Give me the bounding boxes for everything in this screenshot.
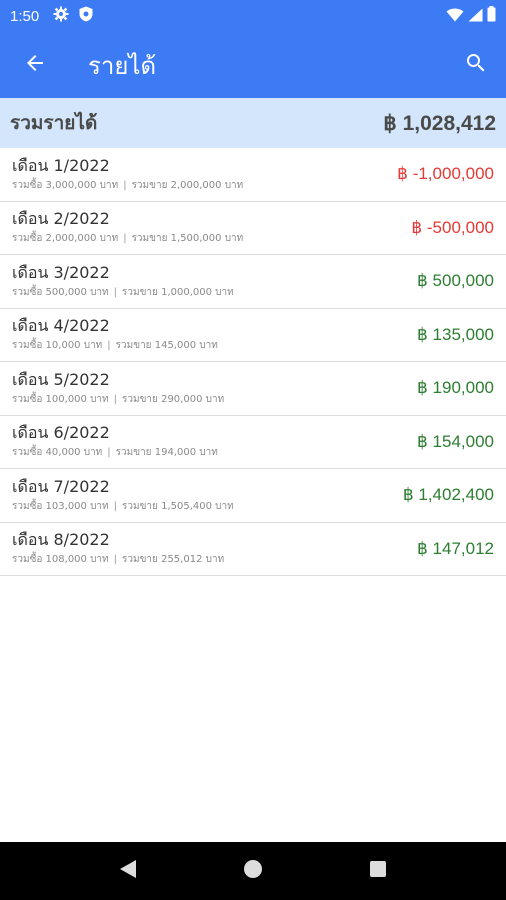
separator: | — [107, 447, 111, 459]
separator: | — [113, 286, 118, 298]
nav-home-button[interactable] — [233, 851, 273, 891]
total-sell: รวมขาย 2,000,000 บาท — [131, 179, 244, 191]
shield-icon — [79, 6, 93, 26]
total-sell: รวมขาย 1,500,000 บาท — [131, 233, 244, 245]
nav-recents-button[interactable] — [358, 851, 398, 891]
total-buy: รวมซื้อ 2,000,000 บาท — [12, 233, 119, 245]
total-sell: รวมขาย 1,000,000 บาท — [122, 286, 234, 298]
list-item[interactable]: เดือน 6/2022 รวมซื้อ 40,000 บาท | รวมขาย 1… — [0, 416, 506, 469]
separator: | — [113, 500, 118, 512]
separator: | — [123, 233, 127, 245]
list-item[interactable]: เดือน 3/2022 รวมซื้อ 500,000 บาท | รวมขาย … — [0, 255, 506, 309]
monthly-income-list: เดือน 1/2022 รวมซื้อ 3,000,000 บาท | รวมขา… — [0, 148, 506, 576]
list-item[interactable]: เดือน 8/2022 รวมซื้อ 108,000 บาท | รวมขาย … — [0, 523, 506, 576]
list-item[interactable]: เดือน 2/2022 รวมซื้อ 2,000,000 บาท | รวมขา… — [0, 202, 506, 255]
month-amount: ฿ 135,000 — [417, 324, 494, 344]
total-buy: รวมซื้อ 100,000 บาท — [12, 393, 109, 405]
list-item-text: เดือน 4/2022 รวมซื้อ 10,000 บาท | รวมขาย 1… — [12, 316, 218, 353]
buy-sell-summary: รวมซื้อ 3,000,000 บาท | รวมขาย 2,000,000 บ… — [12, 178, 243, 193]
list-item-text: เดือน 5/2022 รวมซื้อ 100,000 บาท | รวมขาย … — [12, 370, 224, 407]
separator: | — [113, 554, 118, 566]
buy-sell-summary: รวมซื้อ 40,000 บาท | รวมขาย 194,000 บาท — [12, 445, 218, 460]
page-title: รายได้ — [88, 51, 157, 80]
total-sell: รวมขาย 145,000 บาท — [115, 340, 218, 352]
wifi-icon — [446, 7, 464, 26]
back-button[interactable] — [0, 32, 70, 98]
month-amount: ฿ 147,012 — [417, 538, 494, 558]
status-right-icons — [446, 6, 496, 26]
total-sell: รวมขาย 255,012 บาท — [122, 554, 225, 566]
back-arrow-icon — [23, 51, 47, 79]
separator: | — [107, 340, 111, 352]
list-item-text: เดือน 6/2022 รวมซื้อ 40,000 บาท | รวมขาย 1… — [12, 423, 218, 460]
month-title: เดือน 6/2022 — [12, 423, 110, 443]
month-title: เดือน 1/2022 — [12, 155, 110, 175]
nav-back-button[interactable] — [108, 851, 148, 891]
list-item[interactable]: เดือน 4/2022 รวมซื้อ 10,000 บาท | รวมขาย 1… — [0, 309, 506, 362]
month-title: เดือน 5/2022 — [12, 369, 110, 389]
month-amount: ฿ 1,402,400 — [402, 485, 494, 505]
month-title: เดือน 8/2022 — [12, 530, 110, 550]
separator: | — [123, 179, 127, 191]
buy-sell-summary: รวมซื้อ 103,000 บาท | รวมขาย 1,505,400 บาท — [12, 499, 234, 514]
buy-sell-summary: รวมซื้อ 10,000 บาท | รวมขาย 145,000 บาท — [12, 338, 218, 353]
status-time: 1:50 — [10, 7, 40, 25]
signal-icon — [468, 7, 483, 26]
nav-back-icon — [119, 859, 137, 883]
list-item-text: เดือน 2/2022 รวมซื้อ 2,000,000 บาท | รวมขา… — [12, 209, 243, 246]
nav-home-icon — [243, 859, 263, 883]
list-item-text: เดือน 3/2022 รวมซื้อ 500,000 บาท | รวมขาย … — [12, 263, 234, 300]
list-item[interactable]: เดือน 5/2022 รวมซื้อ 100,000 บาท | รวมขาย … — [0, 362, 506, 416]
search-button[interactable] — [446, 32, 506, 98]
summary-value: ฿ 1,028,412 — [383, 111, 496, 135]
buy-sell-summary: รวมซื้อ 100,000 บาท | รวมขาย 290,000 บาท — [12, 392, 224, 407]
month-amount: ฿ 154,000 — [417, 431, 494, 451]
total-sell: รวมขาย 1,505,400 บาท — [122, 500, 234, 512]
system-nav-bar — [0, 842, 506, 900]
month-title: เดือน 7/2022 — [12, 476, 110, 496]
total-sell: รวมขาย 194,000 บาท — [115, 447, 218, 459]
summary-label: รวมรายได้ — [10, 112, 98, 134]
list-item[interactable]: เดือน 1/2022 รวมซื้อ 3,000,000 บาท | รวมขา… — [0, 148, 506, 202]
list-item-text: เดือน 1/2022 รวมซื้อ 3,000,000 บาท | รวมขา… — [12, 156, 243, 193]
total-buy: รวมซื้อ 10,000 บาท — [12, 340, 103, 352]
month-title: เดือน 3/2022 — [12, 262, 110, 282]
list-item[interactable]: เดือน 7/2022 รวมซื้อ 103,000 บาท | รวมขาย … — [0, 469, 506, 523]
total-sell: รวมขาย 290,000 บาท — [122, 393, 225, 405]
status-bar: 1:50 — [0, 0, 506, 32]
month-amount: ฿ 500,000 — [417, 271, 494, 291]
list-item-text: เดือน 7/2022 รวมซื้อ 103,000 บาท | รวมขาย … — [12, 477, 234, 514]
status-left-icons — [53, 6, 93, 26]
list-item-text: เดือน 8/2022 รวมซื้อ 108,000 บาท | รวมขาย … — [12, 530, 224, 567]
nav-recents-icon — [369, 860, 387, 882]
app-bar: รายได้ — [0, 32, 506, 98]
total-buy: รวมซื้อ 3,000,000 บาท — [12, 179, 119, 191]
total-buy: รวมซื้อ 40,000 บาท — [12, 447, 103, 459]
separator: | — [113, 393, 118, 405]
total-buy: รวมซื้อ 500,000 บาท — [12, 286, 109, 298]
total-buy: รวมซื้อ 103,000 บาท — [12, 500, 109, 512]
month-amount: ฿ 190,000 — [417, 378, 494, 398]
battery-icon — [487, 6, 496, 26]
total-income-summary: รวมรายได้ ฿ 1,028,412 — [0, 98, 506, 148]
buy-sell-summary: รวมซื้อ 500,000 บาท | รวมขาย 1,000,000 บาท — [12, 285, 234, 300]
gear-icon — [53, 6, 69, 26]
search-icon — [464, 51, 488, 79]
buy-sell-summary: รวมซื้อ 2,000,000 บาท | รวมขาย 1,500,000 บ… — [12, 231, 243, 246]
month-title: เดือน 4/2022 — [12, 316, 110, 336]
month-amount: ฿ -1,000,000 — [397, 164, 494, 184]
buy-sell-summary: รวมซื้อ 108,000 บาท | รวมขาย 255,012 บาท — [12, 552, 224, 567]
month-title: เดือน 2/2022 — [12, 209, 110, 229]
total-buy: รวมซื้อ 108,000 บาท — [12, 554, 109, 566]
month-amount: ฿ -500,000 — [411, 217, 494, 237]
